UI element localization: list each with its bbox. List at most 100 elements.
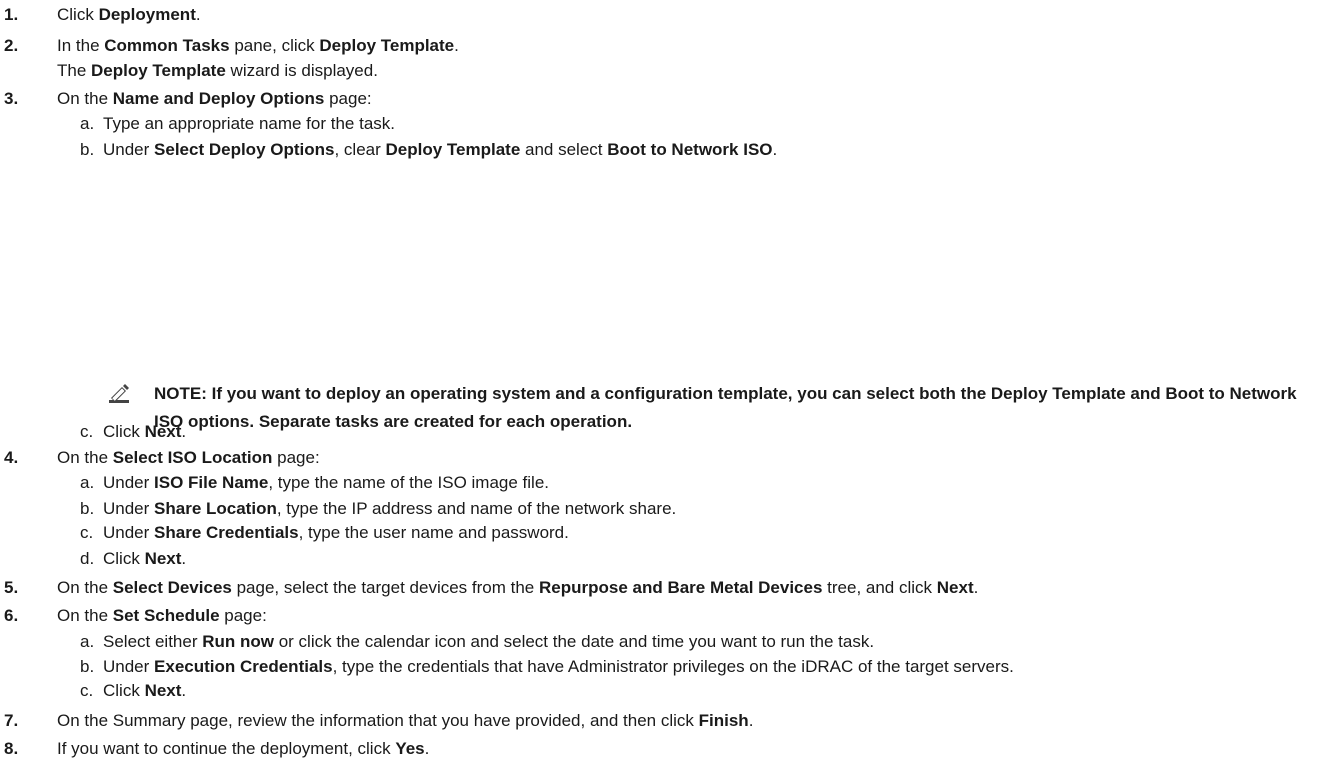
ui-term: Repurpose and Bare Metal Devices <box>538 578 823 597</box>
step-7: 7. On the Summary page, review the inform… <box>4 709 754 733</box>
step-continuation: The Deploy Template wizard is displayed. <box>57 59 378 83</box>
step-text: . <box>195 5 201 24</box>
substep-letter: d. <box>80 549 95 568</box>
note-pencil-icon <box>108 383 130 405</box>
ui-term: ISO File Name <box>154 473 269 492</box>
step-text: page: <box>272 448 320 467</box>
step-text: . <box>973 578 979 597</box>
step-4: 4. On the Select ISO Location page: <box>4 446 320 470</box>
ui-term: Yes <box>395 739 425 758</box>
step-text: Click <box>57 5 99 24</box>
step-number: 2. <box>4 36 19 55</box>
step-text: Under <box>103 499 155 518</box>
step-text: , type the IP address and name of the ne… <box>276 499 677 518</box>
ui-term: Deploy Template <box>319 36 455 55</box>
step-text: Type an appropriate name for the task. <box>103 114 396 133</box>
ui-term: Select Deploy Options <box>154 140 335 159</box>
substep: a. Under ISO File Name, type the name of … <box>80 471 549 495</box>
step-text: pane, click <box>229 36 320 55</box>
substep: a. Select either Run now or click the cal… <box>80 630 874 654</box>
ui-term: Common Tasks <box>104 36 230 55</box>
step-6: 6. On the Set Schedule page: <box>4 604 267 628</box>
step-text: tree, and click <box>822 578 937 597</box>
substep: a. Type an appropriate name for the task. <box>80 112 395 136</box>
step-number: 6. <box>4 606 19 625</box>
step-text: Under <box>103 140 155 159</box>
step-text: Under <box>103 473 155 492</box>
substep-letter: a. <box>80 632 95 651</box>
ui-term: Run now <box>202 632 274 651</box>
step-text: . <box>454 36 459 55</box>
step-text: On the <box>57 578 113 597</box>
substep-letter: c. <box>80 422 94 441</box>
substep-letter: b. <box>80 140 95 159</box>
step-text: . <box>181 681 187 700</box>
step-text: . <box>772 140 778 159</box>
substep-letter: c. <box>80 681 94 700</box>
step-text: wizard is displayed. <box>225 61 378 80</box>
step-number: 3. <box>4 89 19 108</box>
step-number: 7. <box>4 711 19 730</box>
substep: d. Click Next. <box>80 547 186 571</box>
substep-letter: b. <box>80 499 95 518</box>
step-text: Click <box>103 681 145 700</box>
ui-term: Deployment <box>98 5 196 24</box>
step-text: . <box>748 711 754 730</box>
step-number: 4. <box>4 448 19 467</box>
step-number: 1. <box>4 5 19 24</box>
ui-term: Share Location <box>154 499 277 518</box>
step-text: page: <box>324 89 372 108</box>
ui-term: Set Schedule <box>112 606 220 625</box>
ui-term: Name and Deploy Options <box>112 89 325 108</box>
ui-term: Deploy Template <box>385 140 521 159</box>
ui-term: Next <box>144 681 182 700</box>
step-text: page, select the target devices from the <box>231 578 539 597</box>
ui-term: Boot to Network ISO <box>607 140 773 159</box>
ui-term: Select Devices <box>112 578 232 597</box>
step-text: and select <box>520 140 608 159</box>
substep: b. Under Share Location, type the IP addr… <box>80 497 676 521</box>
ui-term: Next <box>144 549 182 568</box>
substep-letter: a. <box>80 473 95 492</box>
substep-letter: b. <box>80 657 95 676</box>
step-text: If you want to continue the deployment, … <box>57 739 396 758</box>
step-text: On the Summary page, review the informat… <box>57 711 699 730</box>
note-text: NOTE: If you want to deploy an operating… <box>154 384 1297 431</box>
ui-term: Finish <box>698 711 749 730</box>
ui-term: Share Credentials <box>154 523 299 542</box>
ui-term: Execution Credentials <box>154 657 333 676</box>
step-text: or click the calendar icon and select th… <box>274 632 875 651</box>
step-number: 5. <box>4 578 19 597</box>
substep: c. Under Share Credentials, type the user… <box>80 521 569 545</box>
substep: b. Under Execution Credentials, type the … <box>80 655 1014 679</box>
step-text: Under <box>103 523 155 542</box>
step-text: On the <box>57 448 113 467</box>
step-5: 5. On the Select Devices page, select the… <box>4 576 979 600</box>
step-text: In the <box>57 36 105 55</box>
ui-term: Select ISO Location <box>112 448 273 467</box>
step-text: Click <box>103 549 145 568</box>
step-text: , type the credentials that have Adminis… <box>332 657 1014 676</box>
step-text: . <box>181 549 187 568</box>
step-number: 8. <box>4 739 19 758</box>
step-1: 1. Click Deployment. <box>4 3 201 27</box>
step-text: The <box>57 61 92 80</box>
substep-letter: c. <box>80 523 94 542</box>
step-text: page: <box>219 606 267 625</box>
step-text: On the <box>57 89 113 108</box>
substep: b. Under Select Deploy Options, clear Dep… <box>80 138 777 162</box>
step-text: . <box>424 739 430 758</box>
step-3: 3. On the Name and Deploy Options page: <box>4 87 372 111</box>
step-text: , type the name of the ISO image file. <box>268 473 550 492</box>
step-text: On the <box>57 606 113 625</box>
step-text: Select either <box>103 632 203 651</box>
substep-letter: a. <box>80 114 95 133</box>
substep: c. Click Next. <box>80 679 186 703</box>
step-text: , type the user name and password. <box>298 523 569 542</box>
ui-term: Deploy Template <box>91 61 226 80</box>
ui-term: Next <box>936 578 974 597</box>
step-2: 2. In the Common Tasks pane, click Deploy… <box>4 34 459 58</box>
step-text: Click <box>103 422 145 441</box>
step-8: 8. If you want to continue the deployment… <box>4 737 430 761</box>
step-text: Under <box>103 657 155 676</box>
